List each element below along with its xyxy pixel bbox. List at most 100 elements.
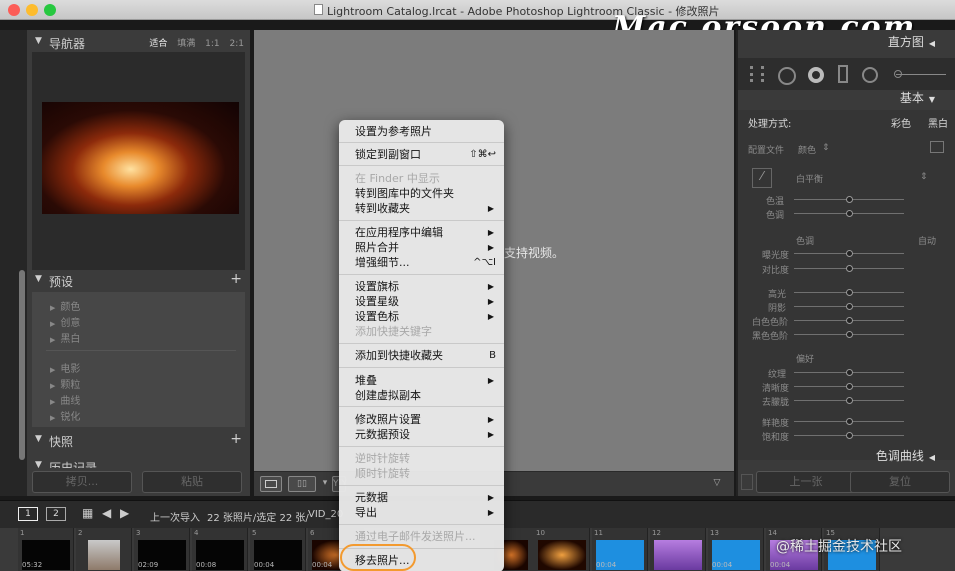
before-after-button[interactable]: ▯▯ xyxy=(288,476,316,492)
menu-item-enhance-details[interactable]: 增强细节... ^⌥I xyxy=(339,255,504,270)
menu-item-stack[interactable]: 堆叠 ▶ xyxy=(339,373,504,388)
back-arrow-icon[interactable]: ◀ xyxy=(102,506,111,520)
preset-group[interactable]: ▶ 曲线 xyxy=(50,392,80,407)
saturation-knob[interactable] xyxy=(846,432,853,439)
copy-settings-button[interactable]: 拷贝... xyxy=(32,471,132,493)
preset-group[interactable]: ▶ 黑白 xyxy=(50,330,80,345)
dehaze-knob[interactable] xyxy=(846,397,853,404)
menu-separator xyxy=(339,165,504,166)
exposure-knob[interactable] xyxy=(846,250,853,257)
filmstrip-cell[interactable]: 11 00:04 xyxy=(592,528,648,571)
highlights-knob[interactable] xyxy=(846,289,853,296)
filmstrip-source[interactable]: 上一次导入 xyxy=(150,509,200,524)
profile-browser-grid-icon[interactable] xyxy=(930,141,944,153)
filmstrip-cell[interactable]: 10 xyxy=(534,528,590,571)
preset-group[interactable]: ▶ 锐化 xyxy=(50,408,80,423)
menu-item-photo-merge[interactable]: 照片合并 ▶ xyxy=(339,240,504,255)
presets-header[interactable]: ▼ 预设 + xyxy=(27,270,250,290)
menu-item-develop-settings[interactable]: 修改照片设置 ▶ xyxy=(339,412,504,427)
chevron-updown-icon[interactable]: ⇕ xyxy=(920,172,928,182)
preset-group[interactable]: ▶ 电影 xyxy=(50,360,80,375)
spot-removal-icon[interactable] xyxy=(778,67,796,85)
secondary-screen-button[interactable]: 2 xyxy=(46,507,66,521)
menu-item-virtual-copy[interactable]: 创建虚拟副本 xyxy=(339,388,504,403)
whites-knob[interactable] xyxy=(846,317,853,324)
menu-item-metadata[interactable]: 元数据 ▶ xyxy=(339,490,504,505)
menu-item-go-to-folder[interactable]: 转到图库中的文件夹 xyxy=(339,186,504,201)
add-preset-icon[interactable]: + xyxy=(230,271,242,287)
cell-index: 4 xyxy=(194,529,199,537)
treatment-color-option[interactable]: 彩色 xyxy=(891,115,911,130)
grid-view-icon[interactable]: ▦ xyxy=(82,506,93,520)
loupe-view-button[interactable] xyxy=(260,476,282,492)
preset-group[interactable]: ▶ 创意 xyxy=(50,314,80,329)
treatment-bw-option[interactable]: 黑白 xyxy=(928,115,948,130)
filmstrip-cell[interactable]: 12 xyxy=(650,528,706,571)
highlight-ring xyxy=(340,544,416,571)
forward-arrow-icon[interactable]: ▶ xyxy=(120,506,129,520)
menu-item-lock-secondary[interactable]: 锁定到副窗口 ⇧⌘↩ xyxy=(339,147,504,162)
menu-item-label: 元数据 xyxy=(355,491,388,504)
red-eye-icon[interactable] xyxy=(808,67,824,83)
navigator-preview[interactable] xyxy=(32,52,245,270)
menu-item-set-reference[interactable]: 设置为参考照片 xyxy=(339,124,504,139)
crop-tool-icon[interactable] xyxy=(750,66,764,82)
menu-item-go-to-collection[interactable]: 转到收藏夹 ▶ xyxy=(339,201,504,216)
preset-group[interactable]: ▶ 颗粒 xyxy=(50,376,80,391)
paste-settings-button[interactable]: 粘贴 xyxy=(142,471,242,493)
left-panel-scrollbar[interactable] xyxy=(19,270,25,460)
temp-slider-knob[interactable] xyxy=(846,196,853,203)
zoom-window-button[interactable] xyxy=(44,4,56,16)
expand-triangle-icon: ▶ xyxy=(50,336,56,344)
reset-button[interactable]: 复位 xyxy=(850,471,950,493)
menu-item-edit-in-app[interactable]: 在应用程序中编辑 ▶ xyxy=(339,225,504,240)
menu-item-metadata-presets[interactable]: 元数据预设 ▶ xyxy=(339,427,504,442)
close-window-button[interactable] xyxy=(8,4,20,16)
minimize-window-button[interactable] xyxy=(26,4,38,16)
menu-item-set-color-label[interactable]: 设置色标 ▶ xyxy=(339,309,504,324)
primary-screen-button[interactable]: 1 xyxy=(18,507,38,521)
blacks-knob[interactable] xyxy=(846,331,853,338)
toggle-switch-icon[interactable] xyxy=(741,474,753,490)
histogram-header[interactable]: 直方图 ◀ xyxy=(738,32,955,52)
basic-header[interactable]: 基本 ▼ xyxy=(738,88,955,108)
chevron-down-icon[interactable]: ▾ xyxy=(320,476,330,492)
zoom-fit-option[interactable]: 适合 xyxy=(149,39,167,49)
filmstrip-cell[interactable]: 1 05:32 xyxy=(18,528,74,571)
menu-item-set-flag[interactable]: 设置旗标 ▶ xyxy=(339,279,504,294)
history-header[interactable]: ▼ 历史记录 xyxy=(27,456,250,468)
profile-dropdown[interactable]: 颜色 xyxy=(798,143,816,156)
zoom-fill-option[interactable]: 填满 xyxy=(177,39,195,49)
brush-slider[interactable] xyxy=(896,74,946,75)
contrast-knob[interactable] xyxy=(846,265,853,272)
zoom-2-1-option[interactable]: 2:1 xyxy=(230,39,244,49)
video-message: 支持视频。 xyxy=(504,246,565,260)
menu-item-export[interactable]: 导出 ▶ xyxy=(339,505,504,520)
filmstrip-cell[interactable]: 5 00:04 xyxy=(250,528,306,571)
filmstrip-cell[interactable]: 2 xyxy=(76,528,132,571)
menu-item-set-rating[interactable]: 设置星级 ▶ xyxy=(339,294,504,309)
add-snapshot-icon[interactable]: + xyxy=(230,431,242,447)
zoom-1-1-option[interactable]: 1:1 xyxy=(205,39,219,49)
previous-settings-button[interactable]: 上一张 xyxy=(756,471,856,493)
eyedropper-icon[interactable]: ⁄ xyxy=(752,168,772,188)
tone-curve-header[interactable]: 色调曲线 ◀ xyxy=(738,446,955,466)
vibrance-knob[interactable] xyxy=(846,418,853,425)
tone-auto-button[interactable]: 自动 xyxy=(918,234,936,247)
filmstrip-cell[interactable]: 3 02:09 xyxy=(134,528,190,571)
brush-slider-knob[interactable] xyxy=(894,70,902,78)
menu-item-add-quick-collection[interactable]: 添加到快捷收藏夹 B xyxy=(339,348,504,363)
filmstrip-cell[interactable]: 4 00:08 xyxy=(192,528,248,571)
clarity-knob[interactable] xyxy=(846,383,853,390)
toolbar-menu-chevron-icon[interactable]: ▽ xyxy=(710,476,724,492)
tint-slider-knob[interactable] xyxy=(846,210,853,217)
snapshots-header[interactable]: ▼ 快照 + xyxy=(27,430,250,450)
texture-knob[interactable] xyxy=(846,369,853,376)
filmstrip-cell[interactable]: 13 00:04 xyxy=(708,528,764,571)
navigator-header[interactable]: ▼ 导航器 适合 填满 1:1 2:1 xyxy=(27,32,250,52)
radial-filter-icon[interactable] xyxy=(862,67,878,83)
collapse-triangle-icon: ◀ xyxy=(928,453,935,462)
graduated-filter-icon[interactable] xyxy=(838,65,848,83)
shadows-knob[interactable] xyxy=(846,303,853,310)
preset-group[interactable]: ▶ 颜色 xyxy=(50,298,80,313)
